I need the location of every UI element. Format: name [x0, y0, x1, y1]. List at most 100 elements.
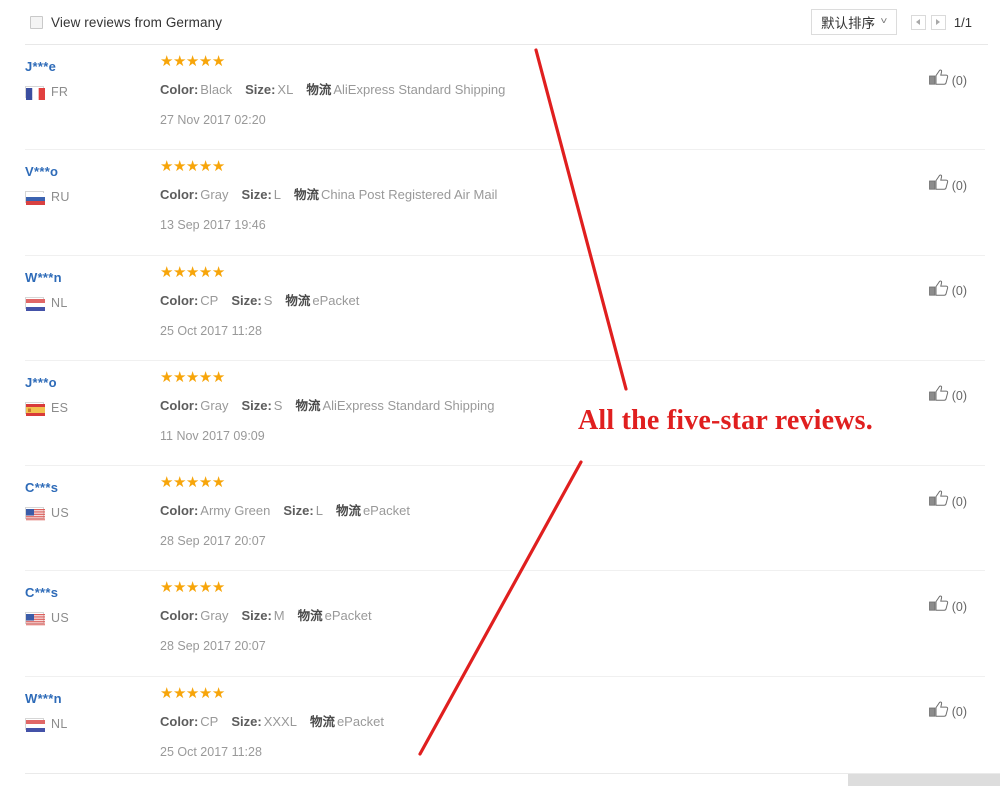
reviewer-name[interactable]: C***s [25, 585, 155, 601]
helpful-control[interactable]: (0) [928, 174, 967, 197]
review-row: J***o ES ★★★★★ Color: Gray Size: S 物流 AliExpress… [25, 361, 985, 467]
horizontal-scrollbar-track[interactable] [25, 773, 1000, 787]
logistics-label: 物流 [285, 292, 311, 308]
star-icon: ★ [211, 579, 225, 597]
view-reviews-from-country-toggle[interactable]: View reviews from Germany [30, 15, 222, 30]
reviewer-block: J***e FR [25, 59, 155, 100]
reviewer-block: V***o RU [25, 164, 155, 206]
sort-order-dropdown[interactable]: 默认排序 ˅ [811, 9, 897, 35]
horizontal-scrollbar-thumb[interactable] [848, 774, 1000, 786]
star-icon: ★ [172, 53, 186, 70]
thumbs-up-icon[interactable] [928, 490, 949, 513]
thumbs-up-icon[interactable] [928, 69, 949, 92]
reviewer-name[interactable]: W***n [25, 691, 155, 707]
size-label: Size: [241, 397, 272, 413]
star-rating: ★★★★★ [160, 368, 875, 387]
review-attributes: Color: Gray Size: M 物流 ePacket [160, 607, 875, 625]
star-icon: ★ [160, 263, 173, 281]
review-attributes: Color: Gray Size: S 物流 AliExpress Standard Sh… [160, 397, 875, 415]
star-icon: ★ [185, 474, 199, 492]
next-page-button[interactable] [930, 14, 946, 30]
size-label: Size: [241, 187, 272, 203]
star-icon: ★ [211, 368, 225, 386]
logistics-value: ePacket [362, 503, 410, 519]
thumbs-up-icon[interactable] [928, 701, 949, 724]
color-label: Color: [160, 503, 199, 519]
logistics-value: AliExpress Standard Shipping [322, 397, 495, 413]
prev-page-button[interactable] [910, 14, 926, 30]
reviewer-country: ES [25, 401, 155, 416]
reviewer-name[interactable]: W***n [25, 270, 155, 286]
sort-order-label: 默认排序 [821, 16, 876, 31]
helpful-control[interactable]: (0) [928, 280, 967, 303]
thumbs-up-icon[interactable] [928, 385, 949, 408]
reviewer-name[interactable]: V***o [25, 164, 155, 180]
reviewer-block: W***n NL [25, 270, 155, 311]
star-icon: ★ [160, 579, 173, 597]
country-code: FR [51, 85, 69, 99]
star-icon: ★ [198, 474, 212, 492]
helpful-control[interactable]: (0) [928, 595, 967, 618]
color-label: Color: [160, 713, 199, 729]
review-date: 11 Nov 2017 09:09 [160, 428, 265, 443]
star-icon: ★ [185, 263, 199, 281]
helpful-control[interactable]: (0) [928, 69, 967, 92]
helpful-control[interactable]: (0) [928, 701, 967, 724]
star-icon: ★ [185, 158, 199, 176]
flag-russia-icon [25, 191, 45, 206]
review-date: 27 Nov 2017 02:20 [160, 113, 266, 127]
thumbs-up-icon[interactable] [928, 280, 949, 303]
chevron-right-icon [936, 19, 941, 25]
country-code: US [51, 611, 69, 626]
size-value: S [273, 397, 283, 413]
page-indicator: 1/1 [953, 14, 972, 30]
logistics-value: ePacket [312, 292, 360, 308]
color-label: Color: [160, 292, 199, 308]
flag-netherlands-icon [25, 717, 45, 732]
helpful-count: (0) [951, 389, 967, 404]
size-value: M [273, 608, 285, 624]
flag-france-icon [25, 86, 45, 100]
star-rating: ★★★★★ [160, 53, 875, 71]
star-icon: ★ [160, 368, 173, 386]
review-date: 28 Sep 2017 20:07 [160, 639, 266, 654]
review-date: 28 Sep 2017 20:07 [160, 534, 266, 549]
reviewer-name[interactable]: J***o [25, 375, 155, 391]
size-label: Size: [283, 503, 314, 519]
star-icon: ★ [198, 368, 212, 386]
review-attributes: Color: Gray Size: L 物流 China Post Registered … [160, 186, 875, 204]
review-attributes: Color: CP Size: XXXL 物流 ePacket [160, 713, 875, 731]
star-icon: ★ [160, 474, 173, 492]
review-row: V***o RU ★★★★★ Color: Gray Size: L 物流 China Post… [25, 150, 985, 256]
size-label: Size: [241, 608, 272, 624]
star-icon: ★ [185, 53, 199, 70]
reviewer-name[interactable]: C***s [25, 480, 155, 496]
view-country-checkbox[interactable] [30, 15, 43, 29]
star-icon: ★ [172, 368, 186, 386]
star-icon: ★ [172, 158, 186, 176]
review-row: W***n NL ★★★★★ Color: CP Size: S 物流 ePacket 25 Oc… [25, 256, 985, 361]
chevron-down-icon: ˅ [880, 16, 888, 27]
review-content: ★★★★★ Color: Army Green Size: L 物流 ePacket 28 S… [160, 474, 875, 549]
helpful-control[interactable]: (0) [928, 385, 967, 408]
helpful-control[interactable]: (0) [928, 490, 967, 513]
color-value: CP [200, 292, 219, 308]
reviewer-country: US [25, 506, 155, 521]
star-icon: ★ [172, 263, 186, 281]
star-rating: ★★★★★ [160, 158, 875, 176]
review-content: ★★★★★ Color: CP Size: S 物流 ePacket 25 Oct 2017 … [160, 263, 875, 338]
flag-usa-icon [25, 507, 45, 521]
logistics-value: AliExpress Standard Shipping [333, 82, 506, 97]
thumbs-up-icon[interactable] [928, 174, 949, 197]
reviewer-block: J***o ES [25, 375, 155, 416]
color-value: Army Green [200, 503, 271, 519]
helpful-count: (0) [951, 284, 967, 299]
reviewer-name[interactable]: J***e [25, 59, 155, 75]
star-icon: ★ [211, 53, 225, 70]
review-row: C***s US ★★★★★ Color: Gray Size: M 物流 ePacket 28 … [25, 571, 985, 677]
reviewer-country: NL [25, 717, 155, 732]
color-value: Black [200, 82, 233, 97]
review-row: W***n NL ★★★★★ Color: CP Size: XXXL 物流 ePacket 25… [25, 677, 985, 783]
thumbs-up-icon[interactable] [928, 595, 949, 618]
star-icon: ★ [198, 263, 212, 281]
